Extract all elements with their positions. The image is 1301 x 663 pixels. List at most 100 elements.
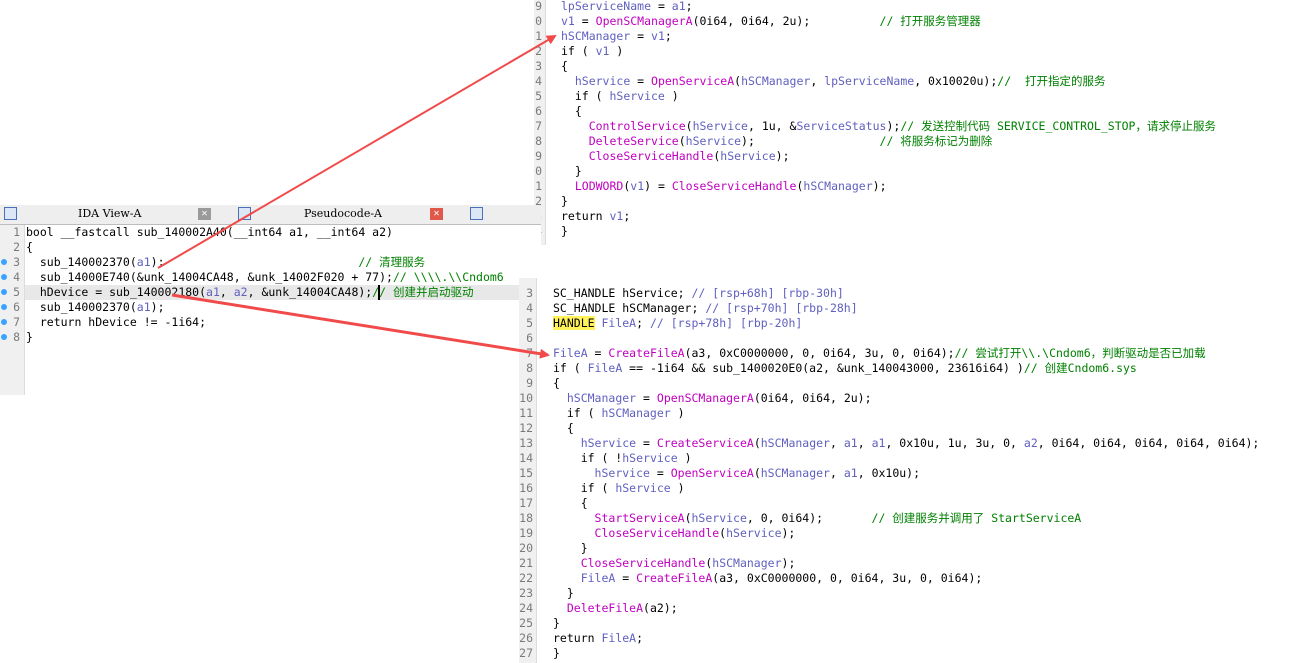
disassembly-view-icon[interactable] [4, 207, 17, 220]
code-token: hService [594, 466, 650, 480]
code-token: OpenServiceA [651, 74, 735, 88]
code-line: 7 return hDevice != -1i64; [0, 315, 541, 330]
code-token: if ( [553, 361, 588, 375]
breakpoint-marker-icon[interactable] [1, 319, 7, 325]
line-number: 20 [519, 541, 533, 555]
code-text: } [553, 586, 574, 601]
tab-ida-view-a[interactable]: IDA View-A [78, 205, 141, 224]
code-token: ; [664, 29, 672, 43]
code-token: , [810, 74, 825, 88]
line-number: 12 [519, 421, 533, 435]
close-tab-icon[interactable]: ✕ [198, 208, 211, 220]
code-token: hSCManager [760, 466, 830, 480]
pseudocode-view-icon[interactable] [238, 207, 251, 220]
line-number: 9 [535, 149, 542, 163]
code-token: CreateServiceA [656, 436, 754, 450]
code-text: hService = OpenServiceA(hSCManager, a1, … [553, 466, 920, 481]
close-tab-icon[interactable]: ✕ [430, 208, 443, 220]
breakpoint-marker-icon[interactable] [1, 274, 7, 280]
code-token: OpenSCManagerA [595, 14, 693, 28]
code-line: 19 CloseServiceHandle(hService); [519, 526, 1301, 541]
code-text: DeleteService(hService); // 将服务标记为删除 [561, 134, 993, 149]
line-number: 4 [526, 301, 533, 315]
code-text: hDevice = sub_140002180(a1, a2, &unk_140… [26, 285, 474, 300]
code-token: // 创建Cndom6.sys [1023, 361, 1137, 375]
code-token: if ( ! [553, 451, 623, 465]
code-token: a1 [136, 255, 151, 269]
code-token: { [553, 376, 560, 390]
line-number: 5 [535, 89, 542, 103]
line-number: 11 [519, 406, 533, 420]
code-text: sub_140002370(a1); // 清理服务 [26, 255, 425, 270]
code-token: if ( [553, 406, 602, 420]
code-token: ) [664, 89, 679, 103]
code-token: sub_140002370( [26, 300, 137, 314]
line-number: 8 [526, 361, 533, 375]
code-token: FileA [601, 316, 637, 330]
code-text: hSCManager = v1; [561, 29, 672, 44]
code-text: SC_HANDLE hSCManager; // [rsp+70h] [rbp-… [553, 301, 858, 316]
code-token: hService [615, 481, 671, 495]
code-token: } [553, 646, 560, 660]
open-service-code-panel: 9 lpServiceName = a1; 0 v1 = OpenSCManagerA… [534, 0, 1301, 245]
code-line: 15 hService = OpenServiceA(hSCManager, a… [519, 466, 1301, 481]
line-number: 19 [519, 526, 533, 540]
code-token: (a3, 0xC0000000, 0, 0i64, 3u, 0, 0i64); [712, 571, 983, 585]
code-text: { [26, 240, 33, 255]
line-number: 2 [535, 44, 542, 58]
code-token: hSCManager [803, 179, 873, 193]
breakpoint-marker-icon[interactable] [1, 289, 7, 295]
code-token: , 1u, & [747, 119, 797, 133]
code-token: (0i64, 0i64, 2u); [753, 391, 872, 405]
code-line: 4 sub_14000E740(&unk_14004CA48, &unk_140… [0, 270, 541, 285]
tab-pseudocode-a[interactable]: Pseudocode-A [304, 205, 382, 224]
breakpoint-marker-icon[interactable] [1, 334, 7, 340]
code-text: lpServiceName = a1; [561, 0, 693, 14]
code-text: hService = OpenServiceA(hSCManager, lpSe… [561, 74, 1106, 89]
line-number: 22 [519, 571, 533, 585]
code-line: 25} [519, 616, 1301, 631]
code-token: = [636, 436, 657, 450]
code-token: // [rsp+70h] [rbp-28h] [705, 301, 858, 315]
code-line: 23 } [519, 586, 1301, 601]
line-number: 5 [526, 316, 533, 330]
line-number: 0 [535, 14, 542, 28]
code-text: { [561, 104, 582, 119]
code-line: 2 if ( v1 ) [534, 44, 1301, 59]
line-number: 23 [519, 586, 533, 600]
code-token: a1 [843, 466, 858, 480]
code-token: return [553, 631, 602, 645]
code-token: } [561, 194, 568, 208]
code-token: , [830, 436, 844, 450]
line-number: 2 [13, 240, 20, 254]
code-token: = [587, 346, 609, 360]
hex-view-icon[interactable] [470, 207, 483, 220]
code-line: 14 if ( !hService ) [519, 451, 1301, 466]
code-line: 4 hService = OpenServiceA(hSCManager, lp… [534, 74, 1301, 89]
code-token: if ( [561, 89, 610, 103]
code-text: FileA = CreateFileA(a3, 0xC0000000, 0, 0… [553, 571, 983, 586]
code-token: hSCManager [601, 406, 671, 420]
code-line: 10 hSCManager = OpenSCManagerA(0i64, 0i6… [519, 391, 1301, 406]
code-token: hDevice = sub_140002180( [26, 285, 207, 299]
code-token: // 尝试打开\\.\Cndom6，判断驱动是否已加载 [954, 346, 1206, 360]
code-token: , 0x10u, 1u, 3u, 0, [885, 436, 1024, 450]
code-token: ControlService [588, 119, 686, 133]
code-token: sub_140002370( [26, 255, 137, 269]
breakpoint-marker-icon[interactable] [1, 259, 7, 265]
line-number: 8 [535, 134, 542, 148]
code-text: { [553, 376, 560, 391]
code-token: = [630, 74, 652, 88]
code-line: 1 bool __fastcall sub_140002A40(__int64 a… [0, 225, 541, 240]
line-number: 18 [519, 511, 533, 525]
code-text: return v1; [561, 209, 630, 224]
breakpoint-marker-icon[interactable] [1, 304, 7, 310]
code-line: 9 CloseServiceHandle(hService); [534, 149, 1301, 164]
code-token: FileA [580, 571, 616, 585]
code-text: if ( hService ) [561, 89, 679, 104]
